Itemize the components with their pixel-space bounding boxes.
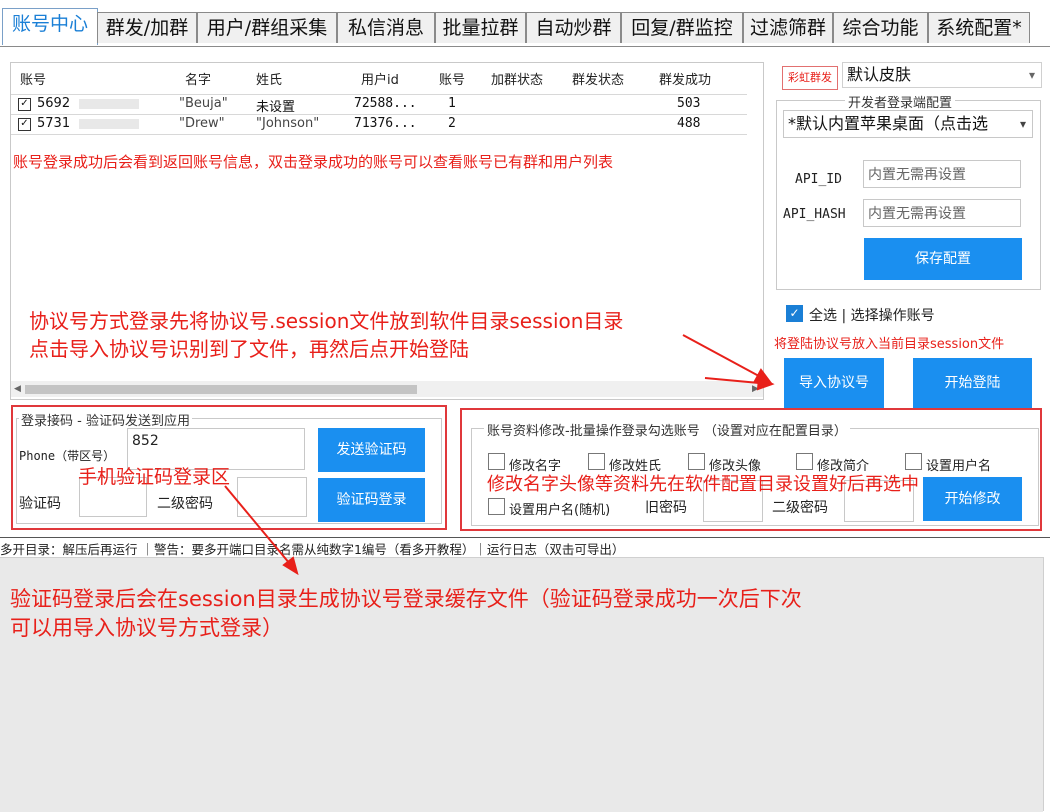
arrow-to-import-icon [682,334,771,383]
arrow-to-log-icon [224,485,296,571]
annotation-arrows [224,334,775,576]
